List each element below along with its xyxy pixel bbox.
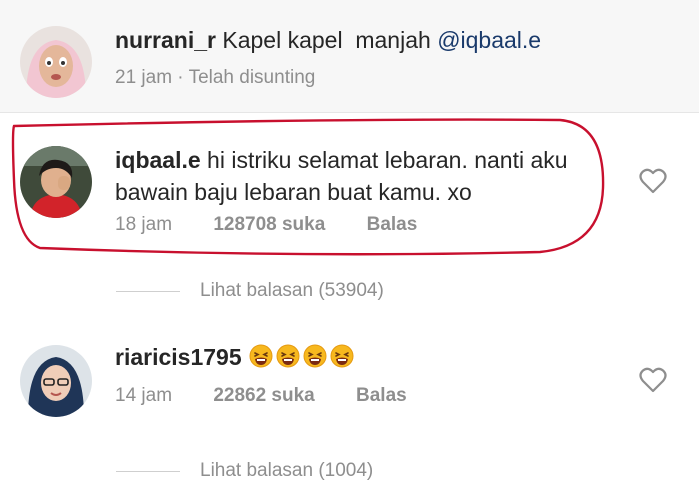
tired-face-emoji (303, 344, 327, 368)
avatar-image (20, 146, 92, 218)
avatar[interactable] (20, 146, 92, 218)
emoji-row (248, 344, 356, 370)
comment-username[interactable]: riaricis1795 (115, 344, 242, 370)
avatar-image (20, 345, 92, 417)
reply-button[interactable]: Balas (356, 385, 407, 406)
likes-count[interactable]: 22862 suka (213, 385, 314, 406)
comment-text: iqbaal.e hi istriku selamat lebaran. nan… (115, 144, 568, 208)
comment-time: 18 jam (115, 214, 173, 235)
comment-item-riaricis: riaricis1795 14 jam 22862 suka Balas Lih… (0, 315, 699, 489)
comment-text: nurrani_r Kapel kapel manjah @iqbaal.e (115, 24, 541, 56)
replies-divider (116, 471, 180, 472)
comment-time: 14 jam (115, 385, 173, 406)
comment-username[interactable]: nurrani_r (115, 27, 216, 53)
replies-divider (116, 291, 180, 292)
likes-count[interactable]: 128708 suka (213, 214, 325, 235)
comment-item-nurrani: nurrani_r Kapel kapel manjah @iqbaal.e 2… (0, 0, 699, 113)
comment-username[interactable]: iqbaal.e (115, 147, 201, 173)
comment-text: riaricis1795 (115, 341, 356, 373)
tired-face-emoji (249, 344, 273, 368)
view-replies-link[interactable]: Lihat balasan (1004) (200, 459, 373, 483)
view-replies-link[interactable]: Lihat balasan (53904) (200, 279, 384, 303)
comment-body-line1: hi istriku selamat lebaran. nanti aku (207, 147, 568, 173)
comment-meta: 18 jam 128708 suka Balas (115, 213, 417, 237)
comment-body: Kapel kapel manjah (215, 27, 438, 53)
tired-face-emoji (330, 344, 354, 368)
avatar[interactable] (20, 26, 92, 98)
reply-button[interactable]: Balas (367, 214, 418, 235)
avatar[interactable] (20, 345, 92, 417)
tired-face-emoji (276, 344, 300, 368)
avatar-image (20, 26, 92, 98)
comment-meta: 21 jam · Telah disunting (115, 66, 315, 90)
comment-time: 21 jam · Telah disunting (115, 67, 316, 88)
comment-meta: 14 jam 22862 suka Balas (115, 384, 407, 408)
comment-body-line2: bawain baju lebaran buat kamu. xo (115, 179, 472, 205)
heart-icon[interactable] (639, 367, 667, 393)
mention-link[interactable]: @iqbaal.e (437, 27, 541, 53)
heart-icon[interactable] (639, 168, 667, 194)
